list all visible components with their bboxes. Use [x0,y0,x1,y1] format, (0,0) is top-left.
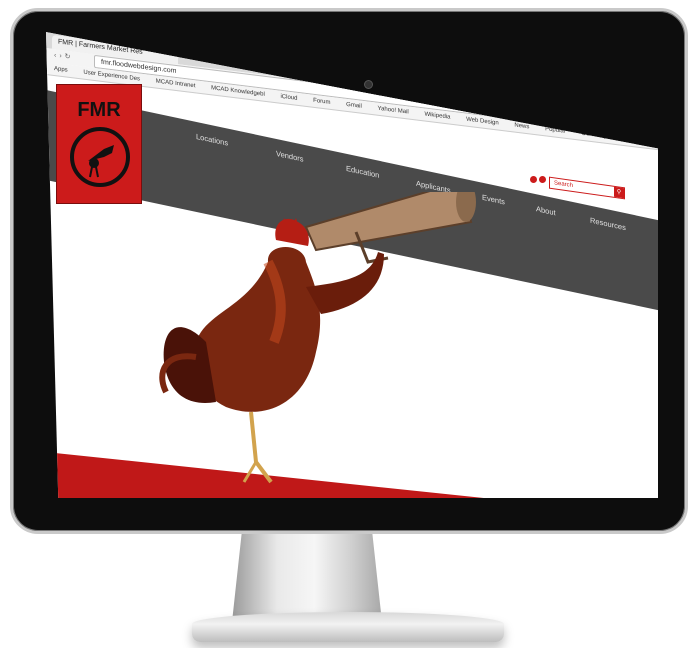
site-logo[interactable]: FMR [56,84,142,204]
megaphone-logo-icon [70,127,130,187]
logo-text: FMR [77,99,121,121]
facebook-icon[interactable] [539,176,546,183]
nav-item-about[interactable]: About [536,204,556,217]
nav-item-locations[interactable]: Locations [196,132,228,148]
bookmark-item[interactable]: Forum [313,95,330,109]
imac-monitor: FMR | Farmers Market Res ‹›↻ fmr.floodwe… [0,0,688,648]
rooster-megaphone-image [159,192,476,484]
nav-item-education[interactable]: Education [346,164,379,180]
search-icon[interactable]: ⚲ [614,186,624,199]
bookmark-item[interactable]: iCloud [280,91,297,105]
bookmark-item[interactable]: Yahoo! Mail [378,103,409,119]
monitor-stand-base [192,612,504,642]
nav-item-vendors[interactable]: Vendors [276,149,304,164]
nav-arrows-icon[interactable]: ‹›↻ [54,51,74,61]
search-placeholder: Search [554,180,574,190]
search-input[interactable]: Search ⚲ [549,176,625,200]
camera-icon [364,80,373,89]
bookmark-item[interactable]: Wikipedia [424,108,450,123]
nav-item-resources[interactable]: Resources [590,216,626,233]
twitter-icon[interactable] [530,176,537,183]
bookmark-item[interactable]: Gmail [346,99,362,113]
bookmark-item[interactable]: Apps [54,63,68,77]
